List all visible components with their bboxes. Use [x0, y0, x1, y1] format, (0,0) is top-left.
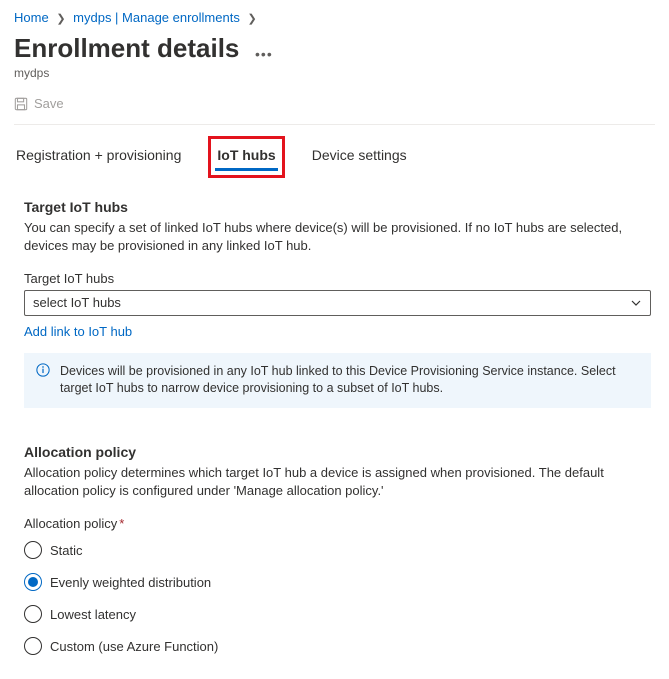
chevron-right-icon: ❯: [56, 13, 65, 25]
save-button[interactable]: Save: [14, 94, 64, 113]
info-message: Devices will be provisioned in any IoT h…: [24, 353, 651, 408]
radio-icon: [24, 541, 42, 559]
divider: [14, 124, 655, 125]
tab-iot-hubs[interactable]: IoT hubs: [215, 143, 277, 171]
add-link-to-iot-hub[interactable]: Add link to IoT hub: [24, 324, 132, 339]
chevron-down-icon: [630, 297, 642, 309]
page-title: Enrollment details: [14, 33, 239, 64]
radio-lowest-latency[interactable]: Lowest latency: [24, 605, 651, 623]
info-message-text: Devices will be provisioned in any IoT h…: [60, 364, 616, 396]
target-iot-hubs-heading: Target IoT hubs: [24, 199, 651, 215]
radio-custom[interactable]: Custom (use Azure Function): [24, 637, 651, 655]
radio-icon: [24, 605, 42, 623]
target-iot-hubs-description: You can specify a set of linked IoT hubs…: [24, 219, 651, 255]
allocation-policy-field-label: Allocation policy*: [24, 516, 651, 531]
save-icon: [14, 97, 28, 111]
radio-label: Lowest latency: [50, 607, 136, 622]
radio-label: Evenly weighted distribution: [50, 575, 211, 590]
breadcrumb: Home ❯ mydps | Manage enrollments ❯: [14, 10, 655, 25]
more-actions-button[interactable]: •••: [255, 46, 273, 62]
tab-registration-provisioning[interactable]: Registration + provisioning: [14, 143, 183, 171]
tab-device-settings[interactable]: Device settings: [310, 143, 409, 171]
breadcrumb-home[interactable]: Home: [14, 10, 49, 25]
allocation-policy-radio-group: Static Evenly weighted distribution Lowe…: [24, 541, 651, 655]
target-iot-hubs-dropdown[interactable]: select IoT hubs: [24, 290, 651, 316]
tab-bar: Registration + provisioning IoT hubs Dev…: [14, 143, 655, 171]
info-icon: [36, 363, 50, 383]
radio-icon: [24, 573, 42, 591]
allocation-policy-description: Allocation policy determines which targe…: [24, 464, 651, 500]
required-indicator: *: [119, 516, 124, 531]
radio-label: Custom (use Azure Function): [50, 639, 218, 654]
target-iot-hubs-field-label: Target IoT hubs: [24, 271, 651, 286]
allocation-policy-heading: Allocation policy: [24, 444, 651, 460]
dropdown-value: select IoT hubs: [33, 295, 121, 310]
radio-label: Static: [50, 543, 83, 558]
radio-icon: [24, 637, 42, 655]
radio-evenly-weighted[interactable]: Evenly weighted distribution: [24, 573, 651, 591]
radio-static[interactable]: Static: [24, 541, 651, 559]
breadcrumb-mydps[interactable]: mydps | Manage enrollments: [73, 10, 240, 25]
page-subtitle: mydps: [14, 66, 655, 80]
save-label: Save: [34, 96, 64, 111]
chevron-right-icon: ❯: [247, 13, 256, 25]
